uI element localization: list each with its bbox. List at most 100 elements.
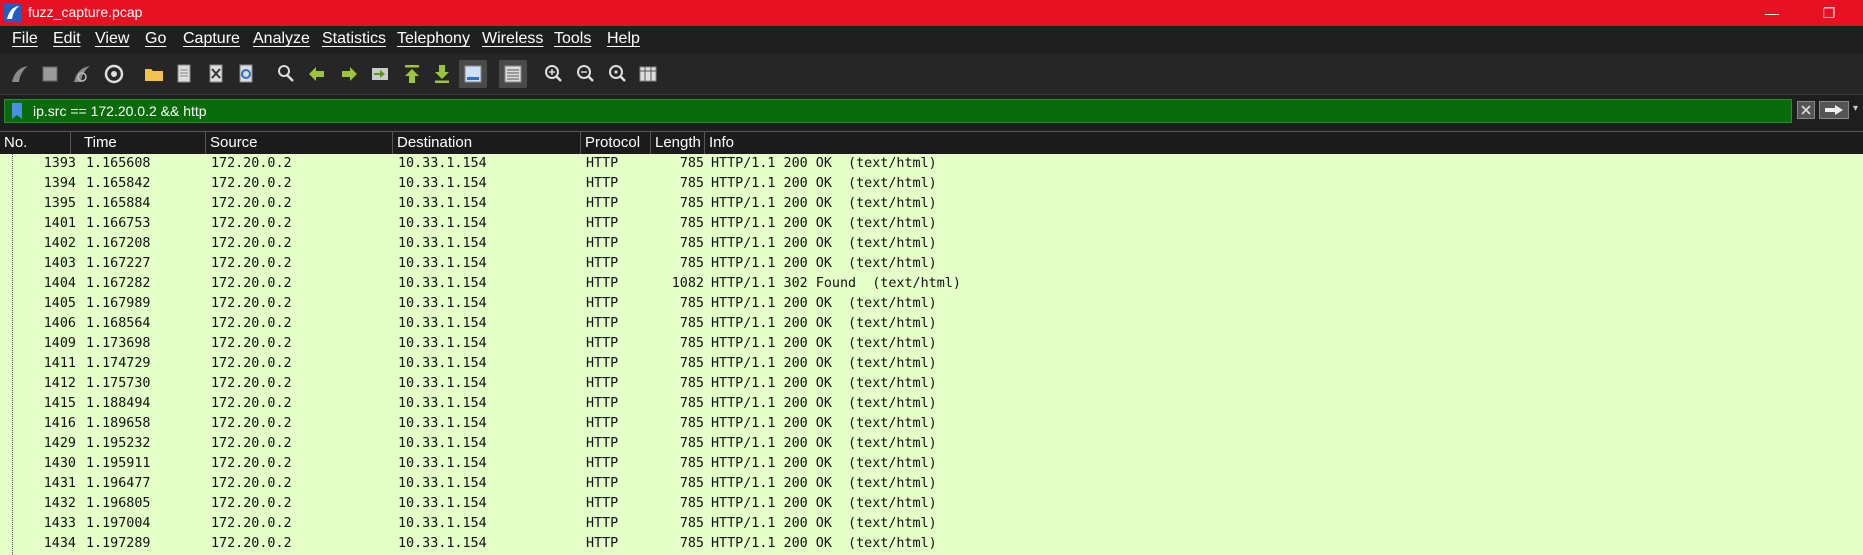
menu-wireless[interactable]: Wireless	[482, 30, 543, 48]
column-header-no[interactable]: No.	[4, 134, 27, 151]
menu-telephony[interactable]: Telephony	[397, 30, 470, 48]
packet-row[interactable]: 1406 1.168564 172.20.0.2 10.33.1.154 HTTP 785…	[0, 314, 1863, 334]
packet-row[interactable]: 1402 1.167208 172.20.0.2 10.33.1.154 HTTP 785…	[0, 234, 1863, 254]
capture-options-icon[interactable]	[100, 60, 128, 88]
window-title: fuzz_capture.pcap	[28, 4, 143, 20]
packet-number: 1393	[43, 156, 76, 171]
colorize-icon[interactable]	[499, 60, 527, 88]
reload-file-icon[interactable]	[232, 60, 260, 88]
zoom-normal-icon[interactable]	[604, 60, 632, 88]
packet-time: 1.197004	[86, 516, 151, 531]
resize-columns-icon[interactable]	[634, 60, 662, 88]
zoom-in-icon[interactable]	[540, 60, 568, 88]
minimize-button[interactable]: —	[1749, 0, 1795, 26]
packet-destination: 10.33.1.154	[398, 516, 487, 531]
packet-row[interactable]: 1404 1.167282 172.20.0.2 10.33.1.154 HTTP 108…	[0, 274, 1863, 294]
packet-number: 1402	[43, 236, 76, 251]
menu-edit[interactable]: Edit	[53, 30, 81, 48]
restart-capture-icon[interactable]	[68, 60, 96, 88]
packet-time: 1.167208	[86, 236, 151, 251]
packet-info: HTTP/1.1 200 OK (text/html)	[711, 236, 937, 251]
column-header-source[interactable]: Source	[210, 134, 258, 151]
packet-destination: 10.33.1.154	[398, 456, 487, 471]
close-file-icon[interactable]	[202, 60, 230, 88]
go-first-icon[interactable]	[398, 60, 426, 88]
packet-row[interactable]: 1395 1.165884 172.20.0.2 10.33.1.154 HTTP 785…	[0, 194, 1863, 214]
clear-filter-icon[interactable]	[1797, 101, 1815, 119]
find-packet-icon[interactable]	[272, 60, 300, 88]
packet-info: HTTP/1.1 200 OK (text/html)	[711, 356, 937, 371]
apply-filter-icon[interactable]	[1819, 101, 1849, 119]
auto-scroll-icon[interactable]	[459, 60, 487, 88]
zoom-out-icon[interactable]	[572, 60, 600, 88]
packet-row[interactable]: 1403 1.167227 172.20.0.2 10.33.1.154 HTTP 785…	[0, 254, 1863, 274]
packet-row[interactable]: 1409 1.173698 172.20.0.2 10.33.1.154 HTTP 785…	[0, 334, 1863, 354]
menu-go[interactable]: Go	[145, 30, 166, 48]
packet-row[interactable]: 1405 1.167989 172.20.0.2 10.33.1.154 HTTP 785…	[0, 294, 1863, 314]
packet-row[interactable]: 1411 1.174729 172.20.0.2 10.33.1.154 HTTP 785…	[0, 354, 1863, 374]
packet-time: 1.175730	[86, 376, 151, 391]
go-forward-icon[interactable]	[334, 60, 362, 88]
column-header-time[interactable]: Time	[84, 134, 117, 151]
packet-row[interactable]: 1393 1.165608 172.20.0.2 10.33.1.154 HTTP 785…	[0, 154, 1863, 174]
column-separator[interactable]	[704, 132, 705, 154]
filter-bookmark-icon[interactable]	[11, 103, 23, 119]
menu-view[interactable]: View	[95, 30, 129, 48]
filter-history-dropdown-icon[interactable]: ▾	[1853, 103, 1863, 117]
menu-file[interactable]: File	[12, 30, 38, 48]
packet-list-header: No. Time Source Destination Protocol Len…	[0, 131, 1863, 155]
packet-row[interactable]: 1433 1.197004 172.20.0.2 10.33.1.154 HTTP 785…	[0, 514, 1863, 534]
menu-help[interactable]: Help	[607, 30, 640, 48]
display-filter-text[interactable]: ip.src == 172.20.0.2 && http	[33, 103, 207, 119]
packet-row[interactable]: 1416 1.189658 172.20.0.2 10.33.1.154 HTTP 785…	[0, 414, 1863, 434]
maximize-button[interactable]: ❐	[1806, 0, 1852, 26]
display-filter-input[interactable]: ip.src == 172.20.0.2 && http	[4, 99, 1792, 123]
packet-length: 785	[679, 496, 704, 511]
go-back-icon[interactable]	[304, 60, 332, 88]
packet-row[interactable]: 1412 1.175730 172.20.0.2 10.33.1.154 HTTP 785…	[0, 374, 1863, 394]
packet-protocol: HTTP	[586, 376, 619, 391]
packet-row[interactable]: 1434 1.197289 172.20.0.2 10.33.1.154 HTTP 785…	[0, 534, 1863, 554]
packet-protocol: HTTP	[586, 176, 619, 191]
packet-number: 1416	[43, 416, 76, 431]
packet-destination: 10.33.1.154	[398, 296, 487, 311]
column-header-protocol[interactable]: Protocol	[585, 134, 640, 151]
packet-length: 785	[679, 236, 704, 251]
packet-row[interactable]: 1429 1.195232 172.20.0.2 10.33.1.154 HTTP 785…	[0, 434, 1863, 454]
packet-number: 1433	[43, 516, 76, 531]
packet-source: 172.20.0.2	[211, 196, 292, 211]
go-to-packet-icon[interactable]	[366, 60, 394, 88]
packet-row[interactable]: 1394 1.165842 172.20.0.2 10.33.1.154 HTTP 785…	[0, 174, 1863, 194]
column-separator[interactable]	[392, 132, 393, 154]
shark-fin-start-icon[interactable]	[6, 60, 34, 88]
menu-tools[interactable]: Tools	[554, 30, 591, 48]
menu-capture[interactable]: Capture	[183, 30, 240, 48]
column-separator[interactable]	[580, 132, 581, 154]
column-separator[interactable]	[205, 132, 206, 154]
packet-time: 1.196477	[86, 476, 151, 491]
packet-row[interactable]: 1431 1.196477 172.20.0.2 10.33.1.154 HTTP 785…	[0, 474, 1863, 494]
column-header-info[interactable]: Info	[709, 134, 734, 151]
stop-capture-icon[interactable]	[36, 60, 64, 88]
menu-statistics[interactable]: Statistics	[322, 30, 386, 48]
menu-analyze[interactable]: Analyze	[253, 30, 310, 48]
packet-row[interactable]: 1432 1.196805 172.20.0.2 10.33.1.154 HTTP 785…	[0, 494, 1863, 514]
packet-number: 1409	[43, 336, 76, 351]
packet-number: 1432	[43, 496, 76, 511]
column-header-destination[interactable]: Destination	[397, 134, 472, 151]
packet-row[interactable]: 1401 1.166753 172.20.0.2 10.33.1.154 HTTP 785…	[0, 214, 1863, 234]
go-last-icon[interactable]	[428, 60, 456, 88]
packet-length: 785	[679, 356, 704, 371]
column-separator[interactable]	[70, 132, 71, 154]
save-file-icon[interactable]	[170, 60, 198, 88]
column-header-length[interactable]: Length	[655, 134, 701, 151]
packet-source: 172.20.0.2	[211, 236, 292, 251]
open-file-icon[interactable]	[140, 60, 168, 88]
packet-protocol: HTTP	[586, 196, 619, 211]
packet-row[interactable]: 1415 1.188494 172.20.0.2 10.33.1.154 HTTP 785…	[0, 394, 1863, 414]
packet-protocol: HTTP	[586, 276, 619, 291]
packet-row[interactable]: 1430 1.195911 172.20.0.2 10.33.1.154 HTTP 785…	[0, 454, 1863, 474]
packet-time: 1.168564	[86, 316, 151, 331]
column-separator[interactable]	[650, 132, 651, 154]
packet-destination: 10.33.1.154	[398, 276, 487, 291]
